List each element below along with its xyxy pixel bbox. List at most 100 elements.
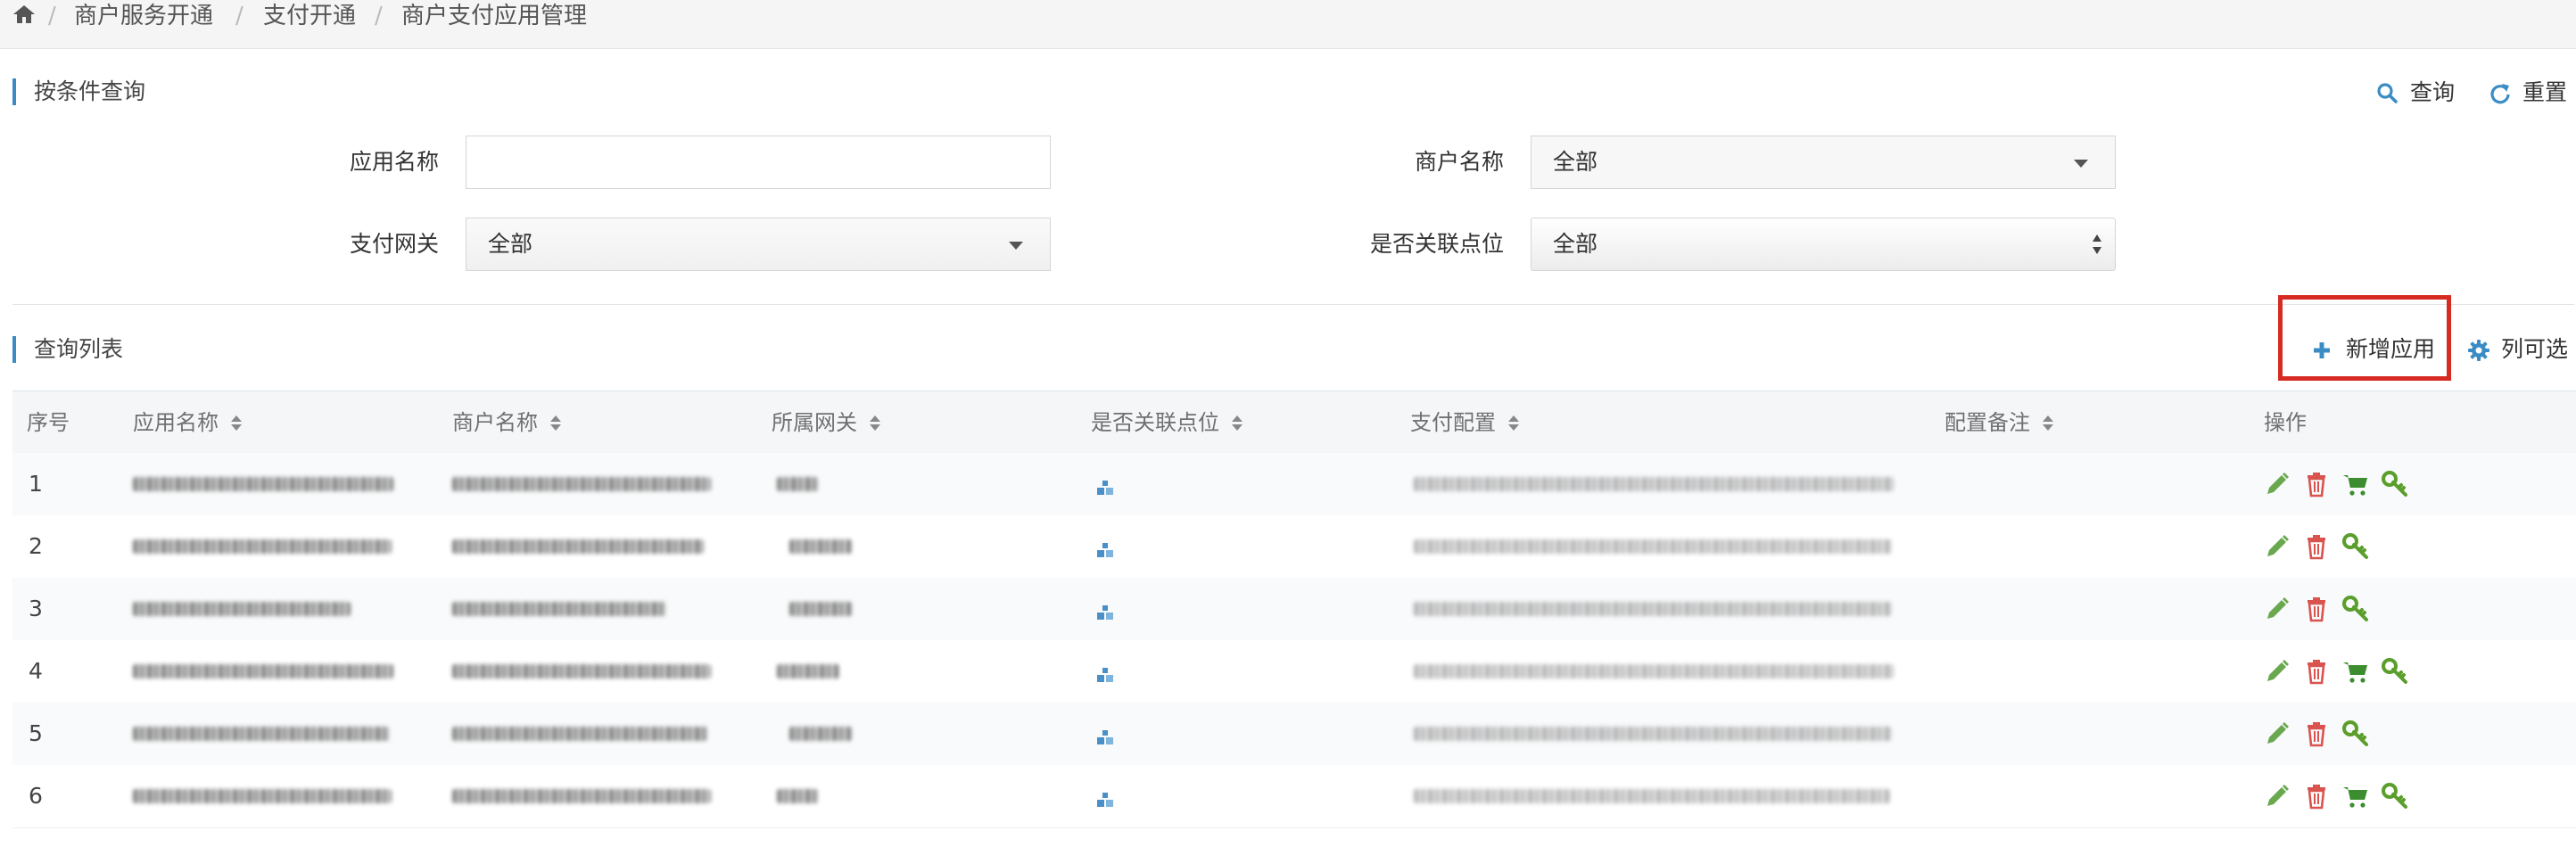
header-config-note[interactable]: 配置备注 — [1944, 391, 2053, 454]
cell-app-name-redacted — [133, 477, 393, 491]
merchant-name-label: 商户名称 — [1414, 149, 1504, 175]
edit-icon[interactable] — [2264, 471, 2291, 498]
cart-icon[interactable] — [2342, 471, 2369, 498]
search-panel-title: 按条件查询 — [12, 78, 145, 105]
updown-arrows-icon — [2093, 234, 2101, 254]
cell-pay-config-redacted — [1414, 664, 1894, 678]
edit-icon[interactable] — [2264, 720, 2291, 747]
merchant-name-select[interactable]: 全部 — [1531, 136, 2116, 189]
pay-gateway-label: 支付网关 — [349, 231, 439, 257]
cell-merchant-name-redacted — [452, 539, 704, 554]
header-linked-point[interactable]: 是否关联点位 — [1091, 391, 1243, 454]
delete-icon[interactable] — [2303, 783, 2330, 810]
header-gateway[interactable]: 所属网关 — [772, 391, 880, 454]
header-pay-config[interactable]: 支付配置 — [1410, 391, 1519, 454]
delete-icon[interactable] — [2303, 720, 2330, 747]
cell-app-name-redacted — [133, 664, 393, 678]
sort-icon[interactable] — [2043, 415, 2053, 432]
table-row: 1 — [12, 453, 2576, 516]
breadcrumb-item-service-open[interactable]: 商户服务开通 — [74, 0, 213, 32]
breadcrumb-separator: / — [375, 3, 383, 29]
header-merchant-name[interactable]: 商户名称 — [452, 391, 561, 454]
cell-gateway-redacted — [777, 477, 818, 491]
linked-point-select[interactable]: 全部 — [1531, 218, 2116, 271]
cell-gateway-redacted — [789, 539, 852, 554]
cell-app-name-redacted — [133, 539, 392, 554]
table-row: 6 — [12, 765, 2576, 828]
gear-icon — [2468, 340, 2489, 361]
app-name-input[interactable] — [466, 136, 1051, 189]
query-button[interactable]: 查询 — [2376, 78, 2465, 108]
reset-button-label: 重置 — [2522, 79, 2568, 105]
cell-gateway-redacted — [789, 602, 852, 616]
key-icon[interactable] — [2382, 658, 2408, 685]
chevron-down-icon — [2074, 160, 2088, 168]
cell-pay-config-redacted — [1414, 602, 1892, 616]
home-icon[interactable] — [12, 4, 36, 25]
table-row: 3 — [12, 578, 2576, 641]
sort-icon[interactable] — [1232, 415, 1243, 432]
header-app-name[interactable]: 应用名称 — [133, 391, 242, 454]
linked-point-icon[interactable] — [1096, 792, 1114, 808]
header-index: 序号 — [27, 410, 70, 435]
linked-point-icon[interactable] — [1096, 729, 1114, 745]
cell-index: 1 — [29, 471, 43, 497]
column-picker-button[interactable]: 列可选 — [2467, 334, 2574, 365]
cart-icon[interactable] — [2342, 783, 2369, 810]
delete-icon[interactable] — [2303, 596, 2330, 622]
search-icon — [2377, 83, 2398, 103]
section-divider — [12, 304, 2574, 305]
pay-gateway-value: 全部 — [488, 231, 533, 257]
sort-icon[interactable] — [870, 415, 880, 432]
sort-icon[interactable] — [231, 415, 242, 432]
cell-merchant-name-redacted — [452, 789, 711, 803]
breadcrumb-item-payment-open[interactable]: 支付开通 — [263, 0, 356, 32]
edit-icon[interactable] — [2264, 658, 2291, 685]
list-panel-title: 查询列表 — [12, 336, 123, 363]
table-row: 4 — [12, 640, 2576, 703]
linked-point-label: 是否关联点位 — [1369, 231, 1504, 257]
key-icon[interactable] — [2382, 471, 2408, 498]
breadcrumb-separator: / — [48, 3, 56, 29]
table-row: 2 — [12, 515, 2576, 579]
key-icon[interactable] — [2382, 783, 2408, 810]
pay-gateway-select[interactable]: 全部 — [466, 218, 1051, 271]
breadcrumb-separator: / — [235, 3, 244, 29]
header-actions: 操作 — [2264, 410, 2307, 435]
cell-gateway-redacted — [777, 789, 818, 803]
refresh-icon — [2490, 84, 2510, 104]
linked-point-icon[interactable] — [1096, 480, 1114, 496]
key-icon[interactable] — [2342, 596, 2369, 622]
table-header: 序号 应用名称 商户名称 所属网关 是否关联点位 支付配置 配置备注 操作 — [12, 391, 2576, 455]
edit-icon[interactable] — [2264, 783, 2291, 810]
cart-icon[interactable] — [2342, 658, 2369, 685]
table-row: 5 — [12, 703, 2576, 766]
edit-icon[interactable] — [2264, 533, 2291, 560]
breadcrumb-item-current: 商户支付应用管理 — [401, 3, 588, 29]
cell-index: 4 — [29, 658, 43, 684]
delete-icon[interactable] — [2303, 533, 2330, 560]
sort-icon[interactable] — [1508, 415, 1519, 432]
linked-point-value: 全部 — [1553, 231, 1598, 257]
cell-gateway-redacted — [777, 664, 839, 678]
edit-icon[interactable] — [2264, 596, 2291, 622]
key-icon[interactable] — [2342, 533, 2369, 560]
linked-point-icon[interactable] — [1096, 542, 1114, 558]
cell-app-name-redacted — [133, 602, 351, 616]
cell-merchant-name-redacted — [452, 477, 711, 491]
cell-index: 5 — [29, 720, 43, 746]
cell-merchant-name-redacted — [452, 664, 711, 678]
sort-icon[interactable] — [550, 415, 561, 432]
cell-pay-config-redacted — [1414, 477, 1894, 491]
highlight-box — [2278, 295, 2451, 381]
linked-point-icon[interactable] — [1096, 667, 1114, 683]
delete-icon[interactable] — [2303, 658, 2330, 685]
cell-index: 2 — [29, 533, 43, 559]
cell-index: 6 — [29, 783, 43, 809]
reset-button[interactable]: 重置 — [2489, 78, 2574, 108]
linked-point-icon[interactable] — [1096, 604, 1114, 621]
delete-icon[interactable] — [2303, 471, 2330, 498]
cell-app-name-redacted — [133, 727, 390, 741]
cell-gateway-redacted — [789, 727, 852, 741]
key-icon[interactable] — [2342, 720, 2369, 747]
